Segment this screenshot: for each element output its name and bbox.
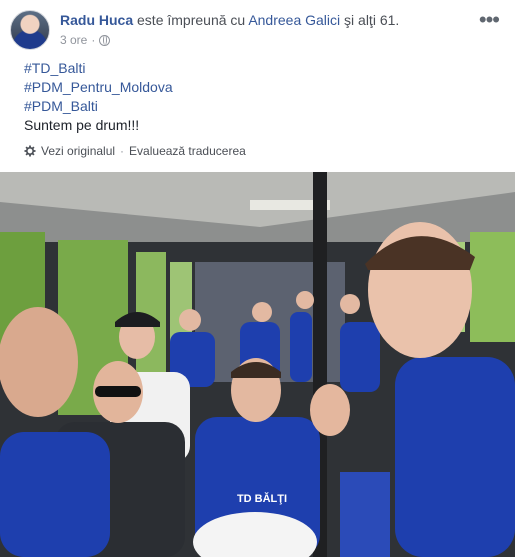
author-name-link[interactable]: Radu Huca (60, 12, 133, 28)
post-header: Radu Huca este împreună cu Andreea Galic… (10, 9, 505, 54)
bus-selfie-image: TD BĂLŢI (0, 172, 515, 557)
rate-translation-link[interactable]: Evaluează traducerea (129, 144, 246, 158)
shirt-logo-text: TD BĂLŢI (237, 492, 287, 505)
gear-icon[interactable] (24, 145, 36, 157)
post-meta: 3 ore · (60, 33, 111, 47)
see-original-link[interactable]: Vezi originalul (41, 144, 115, 158)
with-text: este împreună cu (137, 12, 246, 28)
hashtag-link[interactable]: #PDM_Balti (24, 97, 173, 116)
globe-icon[interactable] (99, 34, 111, 46)
translation-row: Vezi originalul · Evaluează traducerea (24, 144, 246, 158)
hashtag-link[interactable]: #TD_Balti (24, 59, 173, 78)
hashtag-link[interactable]: #PDM_Pentru_Moldova (24, 78, 173, 97)
more-horizontal-icon[interactable]: ••• (479, 9, 500, 31)
post-text: #TD_Balti #PDM_Pentru_Moldova #PDM_Balti… (24, 59, 173, 135)
facebook-post: Radu Huca este împreună cu Andreea Galic… (0, 0, 515, 557)
post-timestamp[interactable]: 3 ore (60, 33, 87, 47)
post-message: Suntem pe drum!!! (24, 117, 140, 133)
author-line: Radu Huca este împreună cu Andreea Galic… (60, 12, 399, 28)
author-avatar[interactable] (10, 10, 50, 50)
others-count-link[interactable]: şi alţi 61. (344, 12, 399, 28)
post-photo[interactable]: TD BĂLŢI (0, 172, 515, 557)
separator: · (120, 144, 125, 158)
tagged-person-link[interactable]: Andreea Galici (248, 12, 340, 28)
